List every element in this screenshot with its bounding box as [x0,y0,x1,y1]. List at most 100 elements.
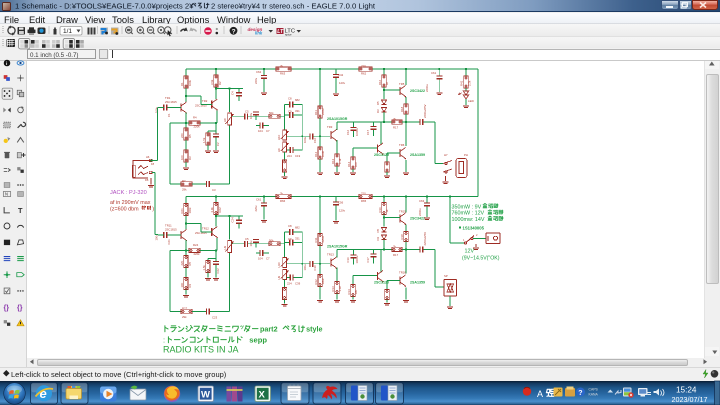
svg-text:{}: {} [17,305,23,312]
svg-text:C16: C16 [346,257,350,263]
svg-text:1000mw: 14V: 1000mw: 14V [452,217,485,223]
svg-text:100: 100 [180,282,184,287]
svg-text:2k: 2k [393,245,397,249]
svg-text:2200v: 2200v [418,208,422,216]
svg-text:100k: 100k [321,150,325,157]
svg-text:R27: R27 [182,307,188,311]
svg-text:220: 220 [180,260,184,265]
svg-text:760mW : 12V: 760mW : 12V [452,211,485,217]
svg-text:spice: spice [285,32,292,36]
svg-text:R63: R63 [280,72,286,76]
svg-text:220k: 220k [194,252,201,256]
svg-text:R16: R16 [378,79,382,85]
svg-text:C8: C8 [288,97,292,101]
svg-text:1k: 1k [385,209,389,213]
svg-text:12V: 12V [465,249,475,255]
svg-text:29k: 29k [182,188,187,192]
svg-text:C10: C10 [313,137,317,143]
svg-text:50k: 50k [269,111,274,115]
svg-text:2SC3422: 2SC3422 [410,89,425,93]
svg-text:100k: 100k [321,278,325,285]
svg-text:224: 224 [287,154,292,158]
svg-text:2 stereo¥try¥4 tr stereo.sch: 2 stereo¥try¥4 tr stereo.sch - EAGLE 7.0… [211,2,376,11]
svg-text:TR16: TR16 [399,271,406,275]
svg-text:R7: R7 [182,179,186,183]
svg-text:T: T [18,206,23,215]
svg-text:TR13: TR13 [327,253,334,257]
svg-text:100k: 100k [188,79,192,86]
svg-text:2: 2 [476,233,478,237]
svg-text:D3: D3 [376,109,380,113]
svg-text:2.2k: 2.2k [468,80,472,86]
svg-text:(z=600 dbm: (z=600 dbm [110,207,139,213]
svg-text:3.9k: 3.9k [210,207,214,213]
svg-text:X: X [259,390,266,401]
svg-text:af in 290mV max: af in 290mV max [110,200,151,206]
svg-text:100: 100 [354,289,358,294]
svg-text:R18: R18 [400,106,404,112]
svg-text:220R: 220R [321,108,325,115]
svg-text:): ) [152,207,154,213]
svg-text:1.5k: 1.5k [202,265,206,271]
svg-text:C42: C42 [338,73,344,77]
svg-text:C7: C7 [266,257,270,261]
svg-text:1k: 1k [385,81,389,85]
svg-text::: : [163,336,165,345]
svg-text:SP: SP [444,274,448,278]
svg-text:2k: 2k [280,64,284,68]
svg-text:C5: C5 [245,110,249,114]
svg-text:C56: C56 [338,201,344,205]
svg-text:PH: PH [464,153,468,157]
svg-text:H6: H6 [146,155,150,159]
svg-text:D5: D5 [376,101,380,105]
svg-text:R14: R14 [347,161,351,167]
svg-text:R4: R4 [193,116,197,120]
svg-text:TR2: TR2 [202,99,208,103]
svg-text:2SA1015GR: 2SA1015GR [327,245,348,249]
svg-text:R1: R1 [180,82,184,86]
svg-text:2200u/25V: 2200u/25V [423,104,427,118]
svg-text:100u: 100u [155,106,159,113]
svg-text:120v: 120v [339,209,346,213]
svg-text:C21: C21 [167,239,171,245]
svg-text:120v: 120v [339,81,346,85]
svg-text:H7: H7 [444,153,448,157]
svg-text:C16: C16 [346,129,350,135]
svg-text:C8: C8 [288,224,292,228]
svg-text:2023/07/17: 2023/07/17 [672,395,708,404]
svg-text:R13: R13 [331,286,335,292]
svg-text:R11: R11 [314,237,318,242]
svg-text:W: W [201,390,210,401]
svg-text:R3: R3 [188,283,192,287]
svg-text:220v: 220v [254,77,258,84]
svg-text:331: 331 [295,109,300,113]
svg-text:R18: R18 [400,234,404,240]
svg-text:A: A [537,389,543,399]
svg-text:R11: R11 [314,110,318,115]
svg-text:R17: R17 [393,126,399,130]
svg-text:C10: C10 [313,265,317,271]
svg-text:C9: C9 [288,110,292,114]
svg-text:H9: H9 [277,148,281,152]
svg-text:2SC1815: 2SC1815 [165,100,177,104]
svg-text:C17: C17 [366,129,370,135]
svg-text:R24: R24 [193,243,199,247]
svg-text:220: 220 [361,64,366,68]
svg-text:C9: C9 [288,237,292,241]
svg-text:2SA1359: 2SA1359 [410,281,425,285]
svg-text:1S1340005: 1S1340005 [463,226,485,231]
svg-text:C61: C61 [431,71,437,75]
svg-text:C5: C5 [245,237,249,241]
svg-text:?: ? [232,29,236,36]
svg-text:3.9k: 3.9k [210,79,214,85]
svg-text:220R: 220R [321,236,325,243]
svg-text:1.1k: 1.1k [338,158,342,164]
svg-text:CAPS: CAPS [589,388,599,392]
svg-text:1.5k: 1.5k [202,137,206,143]
svg-text:R66: R66 [280,199,286,203]
svg-text:{}: {} [4,305,10,312]
svg-text:R12: R12 [314,279,318,285]
svg-text:1 Schematic - D:¥TOOLS¥EAGLE-7: 1 Schematic - D:¥TOOLS¥EAGLE-7.0.0¥proje… [15,2,194,11]
svg-text:220v: 220v [254,205,258,212]
svg-text:C61: C61 [256,198,262,202]
